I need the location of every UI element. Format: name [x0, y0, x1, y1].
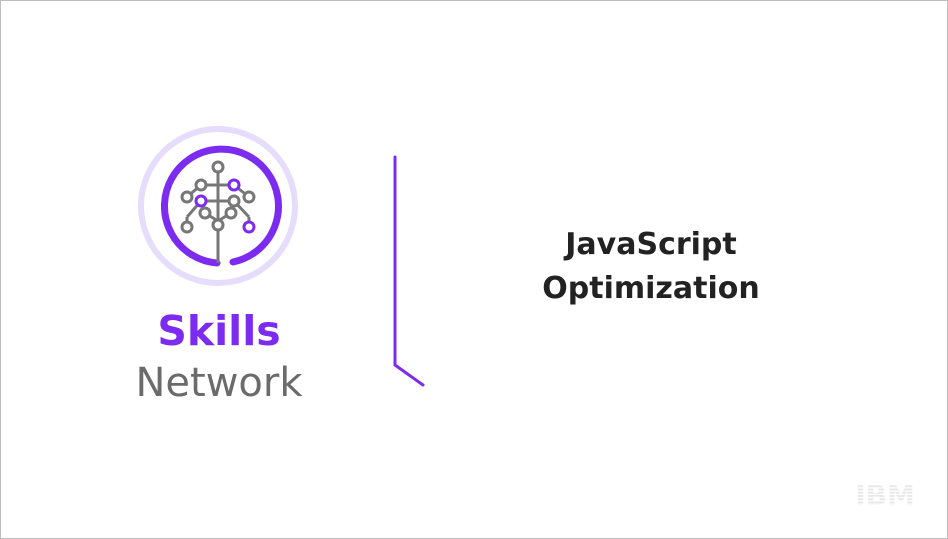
skills-network-tree-icon [138, 126, 298, 286]
title-slide: Skills Network JavaScript Optimization I… [0, 0, 948, 539]
ibm-logo-text: IBM [855, 482, 915, 508]
brand-name-network: Network [135, 360, 303, 406]
divider-line [393, 155, 425, 387]
page-title: JavaScript Optimization [501, 223, 801, 311]
title-line-2: Optimization [542, 271, 760, 306]
title-line-1: JavaScript [565, 227, 737, 262]
brand-name-skills: Skills [157, 307, 281, 355]
ibm-logo: IBM [855, 482, 915, 508]
